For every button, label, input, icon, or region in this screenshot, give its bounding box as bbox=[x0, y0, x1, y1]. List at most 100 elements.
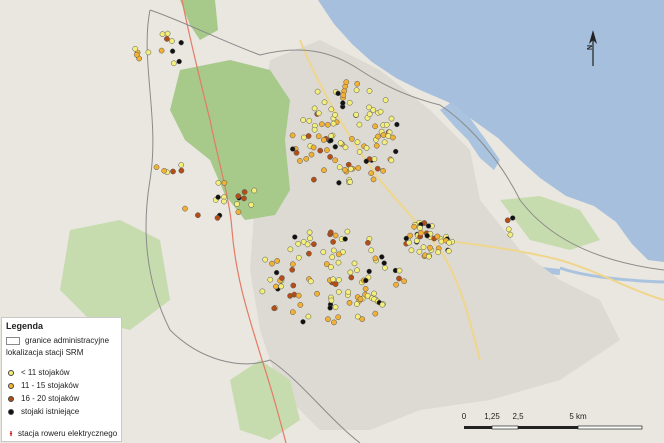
station-marker bbox=[297, 158, 303, 164]
station-marker bbox=[342, 144, 349, 151]
scale-bar-graphic bbox=[464, 425, 643, 430]
station-marker bbox=[178, 162, 185, 168]
station-marker bbox=[396, 267, 403, 274]
station-marker bbox=[273, 269, 280, 276]
station-marker bbox=[161, 167, 168, 174]
station-marker bbox=[353, 87, 360, 94]
legend-label-admin: granice administracyjne bbox=[25, 336, 110, 345]
station-marker bbox=[221, 198, 227, 205]
station-marker bbox=[385, 133, 392, 139]
station-marker bbox=[301, 134, 307, 141]
station-marker bbox=[380, 167, 386, 174]
station-marker bbox=[331, 319, 337, 326]
station-marker bbox=[336, 277, 342, 283]
station-marker bbox=[328, 106, 335, 113]
station-marker bbox=[164, 30, 171, 37]
station-marker bbox=[321, 99, 328, 106]
legend-item-srm: lokalizacja stacji SRM bbox=[6, 348, 83, 357]
station-marker bbox=[290, 282, 297, 289]
station-marker bbox=[330, 276, 336, 283]
station-marker bbox=[393, 148, 399, 155]
station-marker bbox=[234, 201, 240, 207]
station-marker bbox=[169, 38, 175, 44]
station-marker bbox=[305, 313, 312, 320]
station-marker bbox=[446, 239, 453, 246]
station-marker bbox=[351, 260, 358, 267]
station-marker bbox=[164, 36, 170, 42]
station-marker bbox=[273, 283, 279, 290]
station-marker bbox=[370, 176, 377, 183]
station-marker bbox=[381, 139, 388, 146]
legend-item-existing: stojaki istniejące bbox=[6, 407, 79, 416]
station-marker bbox=[375, 133, 381, 140]
station-marker bbox=[321, 167, 327, 174]
dot-11-15-icon bbox=[8, 382, 14, 389]
station-marker bbox=[311, 105, 318, 112]
legend-title: Legenda bbox=[6, 321, 44, 331]
station-marker bbox=[396, 275, 402, 282]
station-marker bbox=[289, 309, 296, 315]
station-marker bbox=[354, 267, 360, 274]
electric-station-icon: ᵻ bbox=[9, 428, 13, 438]
station-marker bbox=[153, 164, 160, 171]
legend-label-srm: lokalizacja stacji SRM bbox=[6, 348, 84, 357]
station-marker bbox=[328, 297, 335, 304]
station-marker bbox=[300, 319, 306, 325]
station-marker bbox=[169, 48, 176, 54]
station-marker bbox=[319, 121, 325, 128]
station-marker bbox=[425, 223, 432, 229]
station-marker bbox=[328, 137, 334, 144]
station-marker bbox=[324, 147, 330, 153]
station-marker bbox=[366, 88, 373, 94]
station-marker bbox=[420, 244, 427, 251]
station-marker bbox=[362, 285, 369, 292]
station-marker bbox=[342, 167, 348, 173]
station-marker bbox=[315, 133, 322, 140]
station-marker bbox=[335, 314, 342, 321]
station-marker bbox=[373, 142, 380, 149]
station-marker bbox=[178, 167, 185, 174]
station-marker bbox=[343, 79, 350, 85]
station-marker bbox=[330, 239, 336, 245]
admin-boundary-swatch bbox=[6, 336, 20, 345]
legend-panel: Legenda granice administracyjne lokaliza… bbox=[1, 317, 122, 442]
station-marker bbox=[417, 225, 423, 231]
station-marker bbox=[289, 261, 296, 268]
north-arrow: N bbox=[586, 30, 600, 68]
station-marker bbox=[269, 260, 275, 267]
station-marker bbox=[335, 259, 342, 266]
station-marker bbox=[366, 104, 372, 111]
station-marker bbox=[170, 60, 177, 67]
station-marker bbox=[374, 165, 381, 172]
station-marker bbox=[401, 278, 408, 285]
station-marker bbox=[324, 121, 331, 128]
dot-16-20-icon bbox=[8, 395, 14, 402]
station-marker bbox=[368, 170, 374, 177]
station-marker bbox=[371, 156, 378, 162]
station-marker bbox=[303, 155, 310, 162]
station-marker bbox=[300, 117, 307, 123]
station-marker bbox=[507, 231, 514, 238]
station-marker bbox=[347, 166, 354, 172]
station-marker bbox=[434, 233, 441, 240]
station-marker bbox=[295, 254, 302, 261]
station-marker bbox=[346, 299, 353, 306]
station-marker bbox=[304, 241, 311, 248]
station-marker bbox=[342, 236, 348, 242]
station-marker bbox=[311, 241, 317, 248]
station-marker bbox=[411, 223, 418, 230]
station-marker bbox=[355, 165, 362, 171]
station-marker bbox=[195, 212, 201, 219]
station-marker bbox=[366, 268, 372, 275]
station-marker bbox=[337, 140, 344, 146]
station-marker bbox=[371, 290, 377, 297]
legend-item-16-20: 16 - 20 stojaków bbox=[6, 394, 79, 403]
station-marker bbox=[336, 180, 342, 186]
station-marker bbox=[445, 248, 452, 254]
station-marker bbox=[504, 217, 511, 224]
station-marker bbox=[289, 132, 296, 139]
station-marker bbox=[314, 290, 320, 297]
station-marker bbox=[348, 274, 355, 281]
station-marker bbox=[332, 144, 338, 150]
station-marker bbox=[353, 301, 360, 307]
